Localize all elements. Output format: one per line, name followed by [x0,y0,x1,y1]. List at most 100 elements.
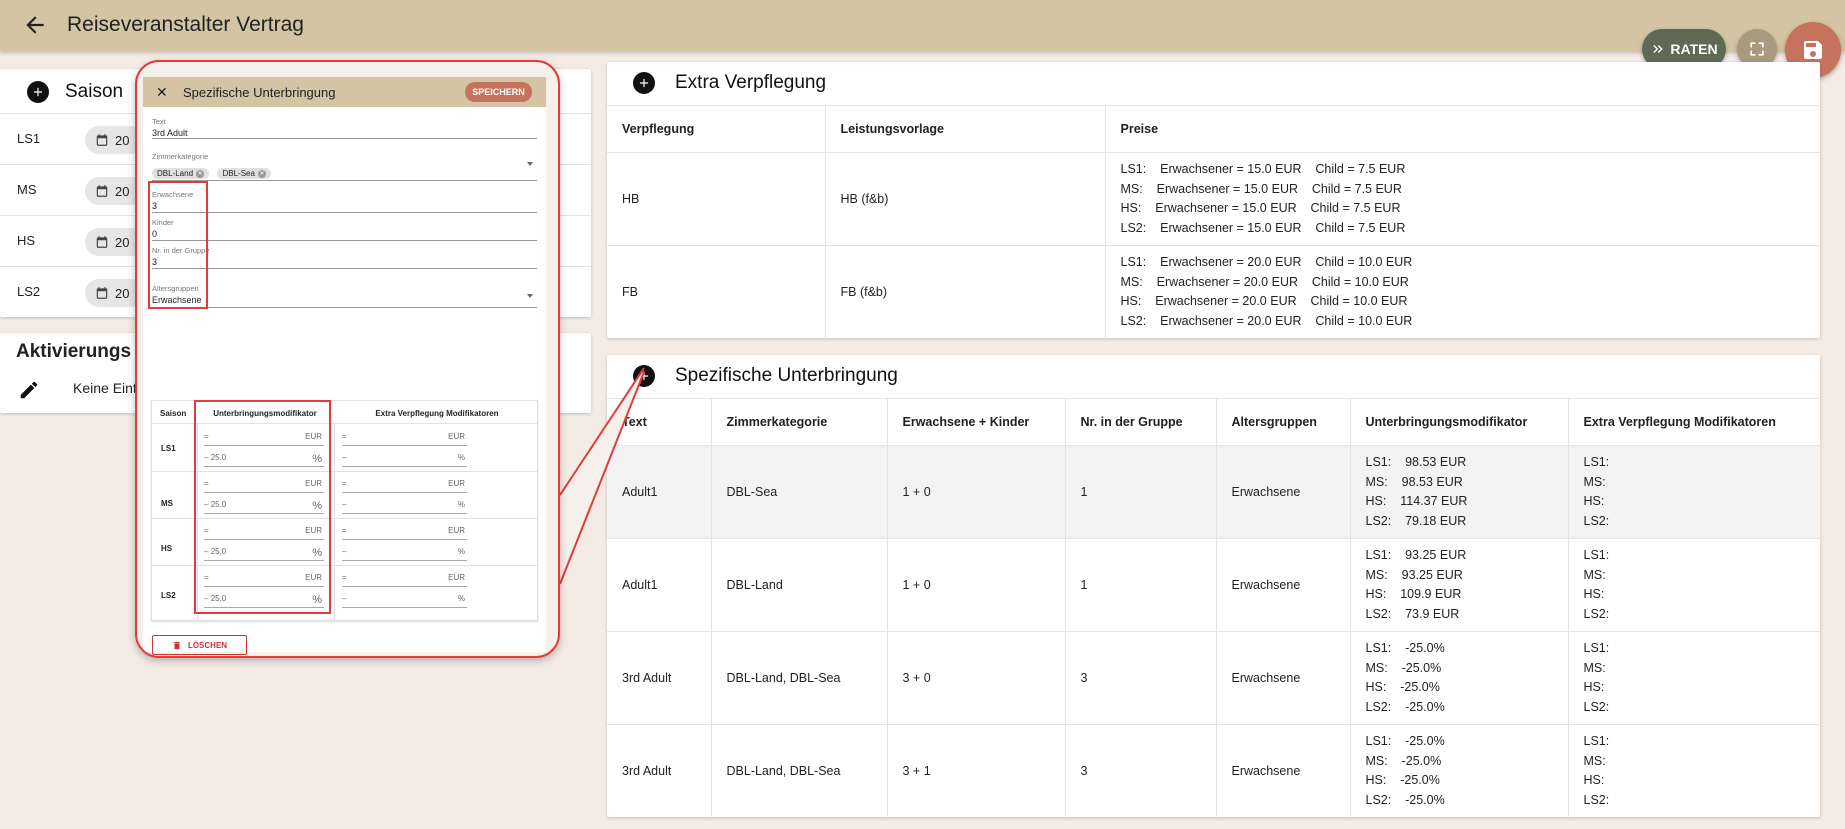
column-header: Altersgruppen [1216,398,1351,446]
extra-pct-input[interactable]: –% [342,500,467,514]
field-value: 0 [152,229,158,239]
cell-vorlage: FB (f&b) [825,245,1106,339]
cell-nr: 1 [1065,538,1217,632]
unit-eur: EUR [448,573,465,582]
close-icon[interactable]: ✕ [156,84,168,101]
add-saison-icon[interactable] [27,81,49,103]
zimmerkategorie-select[interactable]: Zimmerkategorie DBL-Land ✕ DBL-Sea ✕ [152,152,537,181]
mod-line: MS: 93.25 EUR [1365,567,1463,582]
table-row[interactable]: Adult1 DBL-Land 1 + 0 1 Erwachsene LS1: … [607,538,1820,632]
field-value: Erwachsene [152,295,202,305]
chip-remove-icon[interactable]: ✕ [257,169,266,178]
chip-label: DBL-Sea [222,169,255,178]
back-arrow-icon[interactable] [22,12,48,38]
date-chip-text: 20 [115,183,130,199]
column-header: Unterbringungsmodifikator [1350,398,1569,446]
extra-line: MS: [1583,567,1606,582]
extra-line: LS2: [1583,606,1610,621]
cell-mod: LS1: 98.53 EUR MS: 98.53 EUR HS: 114.37 … [1350,445,1569,539]
saison-row-label: LS2 [17,284,41,299]
trash-icon [174,641,180,649]
zimmer-chip[interactable]: DBL-Land ✕ [152,168,210,179]
cell-preise: LS1: Erwachsener = 15.0 EUR Child = 7.5 … [1105,152,1820,246]
extra-abs-input[interactable]: = EUR [342,432,467,446]
eq-sign: = [342,573,347,582]
table-row[interactable]: 3rd Adult DBL-Land, DBL-Sea 3 + 0 3 Erwa… [607,631,1820,725]
extra-pct-input[interactable]: –% [342,547,467,561]
cell-mod: LS1: 93.25 EUR MS: 93.25 EUR HS: 109.9 E… [1350,538,1569,632]
dialog-save-button[interactable]: SPEICHERN [465,82,532,102]
table-row[interactable]: FB FB (f&b) LS1: Erwachsener = 20.0 EUR … [607,245,1820,339]
field-value: 3rd Adult [152,128,188,138]
extra-line: LS2: [1583,513,1610,528]
cell-alter: Erwachsene [1216,445,1351,539]
extra-pct-input[interactable]: –% [342,453,467,467]
column-header: Saison [160,409,187,418]
delete-button[interactable]: LÖSCHEN [152,635,247,655]
calendar-icon [96,287,108,299]
price-line: LS1: Erwachsener = 20.0 EUR Child = 10.0… [1120,255,1413,270]
add-verpflegung-icon[interactable] [633,72,655,94]
column-header: Zimmerkategorie [711,398,888,446]
cell-text: 3rd Adult [607,724,712,818]
minus-sign: – [342,453,347,462]
erwachsene-field[interactable]: Erwachsene 3 [152,190,537,213]
kinder-field[interactable]: Kinder 0 [152,218,537,241]
cell-ek: 3 + 1 [887,724,1066,818]
extra-line: MS: [1583,753,1606,768]
mod-line: LS1: 98.53 EUR [1365,455,1467,469]
mod-line: LS2: -25.0% [1365,792,1445,807]
app-bar: Reiseveranstalter Vertrag [0,0,1845,51]
unit-pct: % [457,500,465,509]
column-header: Erwachsene + Kinder [887,398,1066,446]
unterbringung-table: Text Zimmerkategorie Erwachsene + Kinder… [607,398,1820,818]
mod-line: LS2: 79.18 EUR [1365,513,1467,528]
saison-label: MS [161,499,173,508]
cell-zimmer: DBL-Land, DBL-Sea [711,631,888,725]
unit-pct: % [457,547,465,556]
unit-eur: EUR [448,479,465,488]
text-field[interactable]: Text 3rd Adult [152,117,537,139]
field-value: 3 [152,201,158,211]
table-row[interactable]: HB HB (f&b) LS1: Erwachsener = 15.0 EUR … [607,152,1820,246]
extra-verpflegung-table: Verpflegung Leistungsvorlage Preise HB H… [607,105,1820,339]
saison-label: LS2 [161,591,176,600]
saison-label: HS [161,544,173,553]
price-line: MS: Erwachsener = 15.0 EUR Child = 7.5 E… [1120,181,1402,196]
eq-sign: = [342,432,347,441]
dialog-callout-frame: ✕ Spezifische Unterbringung SPEICHERN Te… [135,60,560,658]
cell-extra: LS1: MS: HS: LS2: [1568,631,1820,725]
edit-pencil-icon[interactable] [18,379,40,406]
chip-remove-icon[interactable]: ✕ [196,169,205,178]
mod-line: LS1: -25.0% [1365,641,1445,655]
zimmer-chip[interactable]: DBL-Sea ✕ [217,168,271,179]
extra-line: LS1: [1583,734,1610,749]
extra-abs-input[interactable]: = EUR [342,573,467,587]
mod-line: HS: 109.9 EUR [1365,587,1462,601]
add-unterbringung-icon[interactable] [633,365,655,387]
table-row[interactable]: 3rd Adult DBL-Land, DBL-Sea 3 + 1 3 Erwa… [607,724,1820,818]
extra-abs-input[interactable]: = EUR [342,526,467,540]
date-chip-text: 20 [115,234,130,250]
cell-extra: LS1: MS: HS: LS2: [1568,445,1820,539]
mod-line: LS2: 73.9 EUR [1365,606,1460,621]
saison-row-label: MS [17,182,37,197]
column-header: Nr. in der Gruppe [1065,398,1217,446]
extra-pct-input[interactable]: –% [342,594,467,608]
dropdown-arrow-icon [527,162,533,166]
highlight-box [148,181,208,309]
cell-zimmer: DBL-Sea [711,445,888,539]
altersgruppen-select[interactable]: Altersgruppen Erwachsene [152,284,537,308]
nr-in-gruppe-field[interactable]: Nr. in der Gruppe 3 [152,246,537,269]
dialog-header: ✕ Spezifische Unterbringung SPEICHERN [143,77,546,107]
extra-abs-input[interactable]: = EUR [342,479,467,493]
saison-row-label: LS1 [17,131,41,146]
raten-label: RATEN [1670,41,1718,57]
mod-line: LS1: 93.25 EUR [1365,548,1467,562]
extra-line: LS2: [1583,699,1610,714]
mod-line: LS2: -25.0% [1365,699,1445,714]
table-row[interactable]: Adult1 DBL-Sea 1 + 0 1 Erwachsene LS1: 9… [607,445,1820,539]
saison-label: LS1 [161,444,176,453]
cell-zimmer: DBL-Land [711,538,888,632]
calendar-icon [96,134,108,146]
